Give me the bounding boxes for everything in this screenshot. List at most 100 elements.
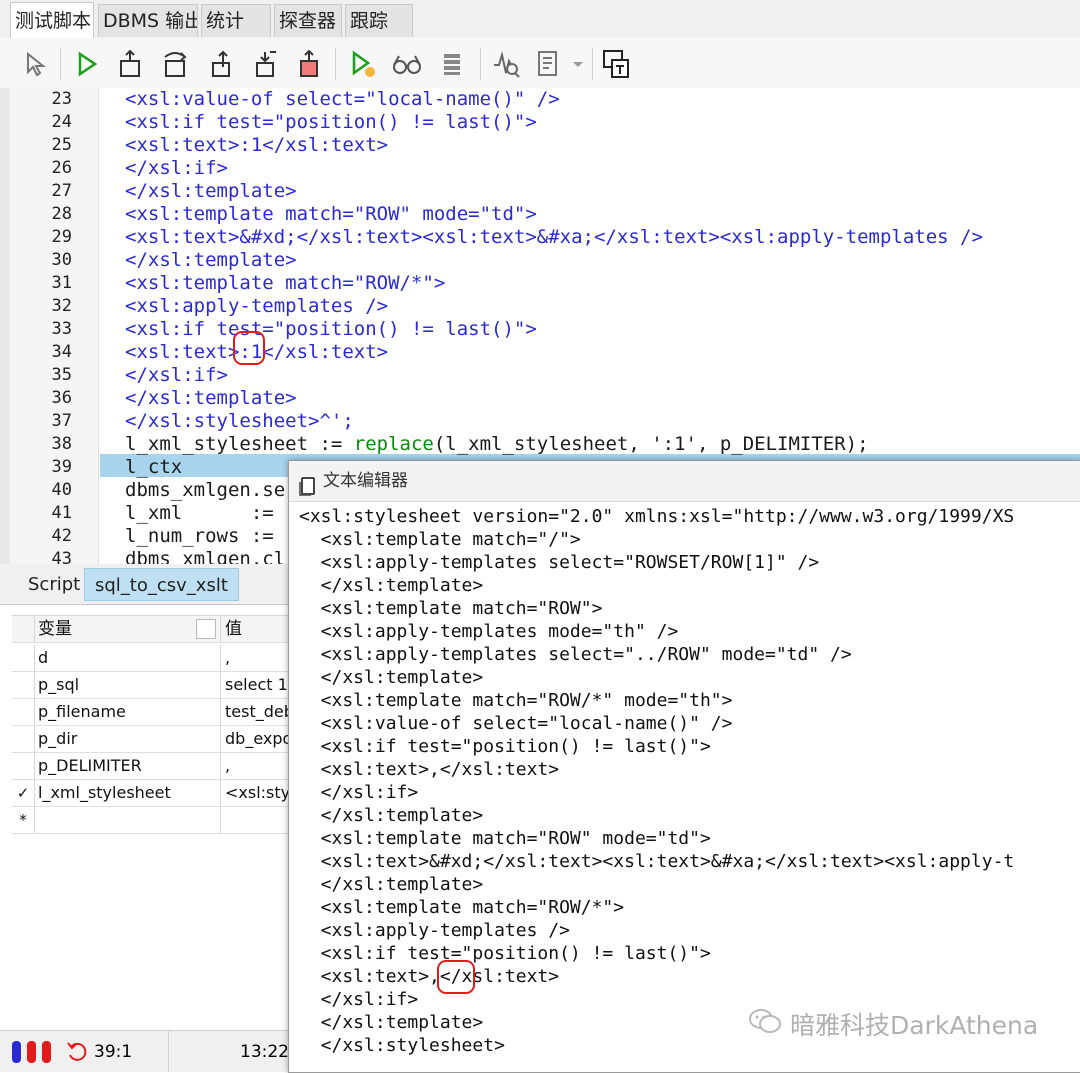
- variable-name[interactable]: p_sql: [38, 672, 218, 698]
- status-time: 13:22: [240, 1042, 289, 1062]
- step-over-icon[interactable]: [158, 46, 194, 82]
- grid-header: 变量 值: [12, 615, 290, 643]
- variable-value[interactable]: <xsl:style: [220, 780, 290, 806]
- step-into-icon[interactable]: [112, 46, 148, 82]
- line-number: 42: [51, 526, 72, 546]
- popup-text-line: </xsl:if>: [299, 989, 419, 1010]
- row-marker: [12, 672, 35, 698]
- dropdown-icon[interactable]: [566, 46, 590, 82]
- popup-text-line: <xsl:if test="position() != last()">: [299, 943, 711, 964]
- function-keyword: replace: [353, 433, 434, 455]
- line-number: 38: [51, 434, 72, 454]
- code-line: </xsl:template>: [125, 387, 297, 409]
- undo-arrow-icon: [66, 1039, 88, 1068]
- code-line: l_xml_stylesheet := replace(l_xml_styles…: [125, 433, 869, 456]
- tab-profiler[interactable]: 探查器: [274, 4, 342, 37]
- variable-name[interactable]: p_DELIMITER: [38, 753, 218, 779]
- popup-text-line: <xsl:apply-templates />: [299, 920, 570, 941]
- run-to-exception-icon[interactable]: [248, 46, 284, 82]
- variable-value[interactable]: test_deb: [220, 699, 290, 725]
- code-line: <xsl:value-of select="local-name()" />: [125, 88, 560, 110]
- debug-cursor-icon[interactable]: [18, 46, 54, 82]
- stop-icon[interactable]: [291, 46, 327, 82]
- script-icon[interactable]: [530, 46, 566, 82]
- line-number: 28: [51, 204, 72, 224]
- line-number: 25: [51, 135, 72, 155]
- red-annotation-circle: [233, 331, 265, 365]
- tab-dbms-output[interactable]: DBMS 输出: [98, 4, 198, 37]
- variable-name[interactable]: l_xml_stylesheet: [38, 780, 218, 806]
- row-marker-header: [12, 616, 35, 642]
- profiler-icon[interactable]: [488, 46, 524, 82]
- code-text: (l_xml_stylesheet, ':1', p_DELIMITER);: [433, 433, 869, 455]
- line-number: 41: [51, 503, 72, 523]
- line-number: 30: [51, 250, 72, 270]
- popup-text-line: </xsl:stylesheet>: [299, 1035, 505, 1056]
- tab-script[interactable]: Script: [18, 568, 90, 601]
- check-icon: ✓: [12, 780, 35, 806]
- table-row[interactable]: d ,: [12, 645, 290, 672]
- cursor-position: 39:1: [94, 1042, 133, 1062]
- run-to-cursor-icon[interactable]: [344, 46, 380, 82]
- variable-value[interactable]: select 1 a: [220, 672, 290, 698]
- run-icon[interactable]: [68, 46, 104, 82]
- column-header-variable[interactable]: 变量: [38, 616, 218, 642]
- variable-value[interactable]: ,: [220, 645, 290, 671]
- step-out-icon[interactable]: [204, 46, 240, 82]
- debug-toolbar: [0, 38, 1080, 88]
- wechat-icon: [748, 1007, 782, 1041]
- code-line: </xsl:template>: [125, 249, 297, 271]
- code-line: <xsl:text>:1</xsl:text>: [125, 134, 389, 156]
- tab-trace[interactable]: 跟踪: [345, 4, 413, 37]
- popup-text-line: <xsl:if test="position() != last()">: [299, 736, 711, 757]
- popup-text-line: <xsl:apply-templates select="../ROW" mod…: [299, 644, 852, 665]
- table-row[interactable]: ✓ l_xml_stylesheet <xsl:style: [12, 780, 290, 807]
- tab-test-script[interactable]: 测试脚本: [10, 2, 94, 38]
- popup-text-line: <xsl:text>,</xsl:text>: [299, 966, 560, 987]
- table-row[interactable]: p_filename test_deb: [12, 699, 290, 726]
- new-row-icon: *: [12, 807, 35, 833]
- column-header-button[interactable]: [196, 619, 216, 639]
- table-row[interactable]: p_DELIMITER ,: [12, 753, 290, 780]
- popup-text-line: <xsl:template match="ROW/*" mode="th">: [299, 690, 733, 711]
- popup-text-line: <xsl:text>,</xsl:text>: [299, 759, 560, 780]
- variable-name[interactable]: d: [38, 645, 218, 671]
- watch-glasses-icon[interactable]: [389, 46, 425, 82]
- code-line: dbms_xmlgen.cl: [125, 548, 286, 564]
- line-number: 32: [51, 296, 72, 316]
- tab-statistics[interactable]: 统计: [201, 4, 271, 37]
- line-number: 43: [51, 549, 72, 564]
- tab-sql-to-csv-xslt[interactable]: sql_to_csv_xslt: [84, 568, 239, 601]
- line-number: 24: [51, 112, 72, 132]
- text-editor-popup[interactable]: 文本编辑器 <xsl:stylesheet version="2.0" xmln…: [288, 460, 1080, 1073]
- red-annotation-circle: [437, 960, 475, 994]
- popup-text-line: <xsl:template match="ROW">: [299, 598, 603, 619]
- popup-text-line: <xsl:stylesheet version="2.0" xmlns:xsl=…: [299, 506, 1015, 527]
- row-marker: [12, 753, 35, 779]
- variable-name[interactable]: p_dir: [38, 726, 218, 752]
- popup-text-line: <xsl:text>&#xd;</xsl:text><xsl:text>&#xa…: [299, 851, 1015, 872]
- status-bar: 39:1 13:22: [0, 1030, 290, 1072]
- status-light-red-2: [42, 1041, 51, 1063]
- popup-title: 文本编辑器: [323, 471, 408, 491]
- code-line: <xsl:if test="position() != last()">: [125, 318, 537, 340]
- popup-title-bar[interactable]: 文本编辑器: [289, 461, 1080, 502]
- table-row-new[interactable]: *: [12, 807, 290, 834]
- code-line: l_xml :=: [125, 502, 274, 524]
- variable-name[interactable]: p_filename: [38, 699, 218, 725]
- variable-value[interactable]: db_expo: [220, 726, 290, 752]
- stack-icon[interactable]: [434, 46, 470, 82]
- line-number: 39: [51, 457, 72, 477]
- variable-value[interactable]: [220, 807, 290, 833]
- code-line: l_num_rows :=: [125, 525, 274, 547]
- column-header-value[interactable]: 值: [220, 616, 290, 642]
- code-line: <xsl:template match="ROW/*">: [125, 272, 446, 294]
- table-row[interactable]: p_sql select 1 a: [12, 672, 290, 699]
- line-number: 33: [51, 319, 72, 339]
- variable-value[interactable]: ,: [220, 753, 290, 779]
- compile-icon[interactable]: [598, 46, 634, 82]
- table-row[interactable]: p_dir db_expo: [12, 726, 290, 753]
- popup-text-line: </xsl:template>: [299, 805, 484, 826]
- status-light-blue: [12, 1041, 21, 1063]
- row-marker: [12, 699, 35, 725]
